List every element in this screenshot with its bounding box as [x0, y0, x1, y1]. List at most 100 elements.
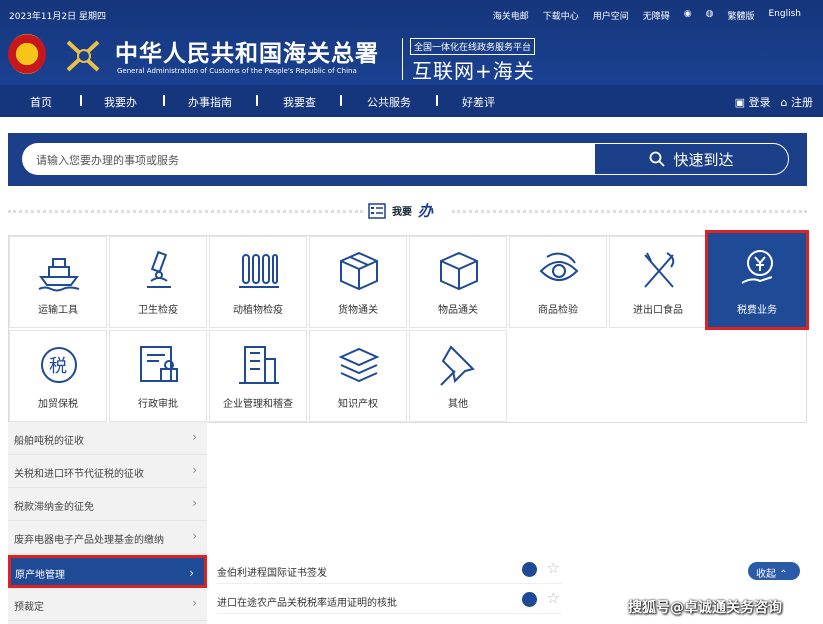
top-link-accessibility[interactable]: 无障碍: [643, 9, 670, 22]
service-list: 金伯利进程国际证书签发 ☆ 进口在途农产品关税税率适用证明的核批 ☆: [207, 422, 807, 624]
register-button[interactable]: ⌂ 注册: [781, 94, 813, 110]
tile-other[interactable]: 其他: [409, 330, 507, 422]
fork-knife-icon: [644, 252, 675, 288]
nav-i-want-to-do[interactable]: 我要办: [104, 94, 137, 110]
building-icon: [239, 346, 279, 384]
search-input[interactable]: 请输入您要办理的事项或服务: [22, 143, 594, 175]
customs-key-icon: [66, 40, 100, 72]
sub-item-advance-ruling[interactable]: 预裁定 ›: [8, 588, 207, 621]
home-icon: ⌂: [780, 96, 788, 109]
nav-separator: [340, 95, 342, 106]
yen-hand-icon: [741, 250, 773, 284]
site-title: 中华人民共和国海关总署: [115, 40, 379, 67]
tile-commodity-inspection[interactable]: 商品检验: [509, 236, 607, 328]
platform-slogan: 全国一体化在线政务服务平台: [410, 38, 536, 55]
top-link-download[interactable]: 下载中心: [543, 9, 579, 22]
sub-item-origin-management[interactable]: 原产地管理 ›: [8, 555, 207, 588]
header-divider: [402, 38, 403, 80]
date-text: 2023年11月2日 星期四: [9, 12, 106, 22]
top-link-traditional[interactable]: 繁體版: [727, 9, 754, 22]
section-title: 我要办: [368, 200, 433, 221]
pin-icon: [440, 345, 475, 386]
tile-administrative-approval[interactable]: 行政审批: [109, 330, 207, 422]
sub-item-tonnage-tax[interactable]: 船舶吨税的征收 ›: [8, 422, 207, 455]
list-item-label: 金伯利进程国际证书签发: [217, 568, 327, 579]
account-links: ▣ 登录 ⌂ 注册: [735, 94, 813, 110]
ship-icon: [38, 258, 80, 292]
nav-home[interactable]: 首页: [30, 94, 52, 110]
tax-sub-menu: 船舶吨税的征收 › 关税和进口环节代征税的征收 › 税款滞纳金的征免 › 废弃电器电子…: [8, 422, 207, 624]
nav-feedback[interactable]: 好差评: [462, 94, 495, 110]
svg-text:税: 税: [49, 356, 67, 377]
site-title-english: General Administration of Customs of the…: [117, 67, 357, 75]
tile-processing-bonded[interactable]: 税 加贸保税: [9, 330, 107, 422]
tile-transport[interactable]: 运输工具: [9, 236, 107, 328]
collapse-button[interactable]: 收起 ⌃: [748, 562, 800, 580]
tile-label: 运输工具: [38, 305, 78, 316]
site-header: 2023年11月2日 星期四 海关电邮 下载中心 用户空间 无障碍 ◉ ◍ 繁體…: [0, 0, 823, 85]
tile-enterprise-management[interactable]: 企业管理和稽查: [209, 330, 307, 422]
compass-icon[interactable]: [522, 562, 537, 577]
internet-customs-logo: 互联网+海关: [412, 59, 535, 83]
list-item[interactable]: 进口在途农产品关税税率适用证明的核批 ☆: [217, 586, 562, 614]
tile-import-export-food[interactable]: 进出口食品: [609, 236, 707, 328]
document-seal-icon: [140, 346, 178, 382]
login-button[interactable]: ▣ 登录: [735, 94, 771, 110]
tile-label: 企业管理和稽查: [223, 399, 293, 410]
sub-item-late-fee[interactable]: 税款滞纳金的征免 ›: [8, 488, 207, 521]
tile-label: 加贸保税: [38, 399, 78, 410]
tile-animal-plant-quarantine[interactable]: 动植物检疫: [209, 236, 307, 328]
top-link-user-space[interactable]: 用户空间: [593, 9, 629, 22]
tubes-icon: [239, 254, 279, 288]
tile-label: 税费业务: [737, 305, 777, 316]
tile-goods-clearance[interactable]: 货物通关: [309, 236, 407, 328]
nav-separator: [163, 95, 165, 106]
nav-guide[interactable]: 办事指南: [188, 94, 232, 110]
sub-item-ewaste-fund[interactable]: 废弃电器电子产品处理基金的缴纳 ›: [8, 521, 207, 554]
chevron-up-icon: ⌃: [779, 569, 788, 580]
cube-icon: [440, 251, 478, 291]
chevron-right-icon: ›: [192, 430, 197, 444]
service-grid: 运输工具 卫生检疫 动植物检疫 货物通关 物品通关 商品检验 进出口食品 税费业…: [8, 230, 809, 423]
tile-label: 货物通关: [338, 305, 378, 316]
chevron-right-icon: ›: [189, 566, 194, 580]
tile-label: 动植物检疫: [233, 305, 283, 316]
eye-icon: [539, 252, 579, 281]
sub-item-tariff-collection[interactable]: 关税和进口环节代征税的征收 ›: [8, 455, 207, 488]
books-icon: [338, 347, 380, 383]
box-icon: [340, 251, 378, 291]
tile-article-clearance[interactable]: 物品通关: [409, 236, 507, 328]
tile-label: 卫生检疫: [138, 305, 178, 316]
chevron-right-icon: ›: [192, 529, 197, 543]
divider-left: [8, 210, 363, 214]
nav-i-want-to-check[interactable]: 我要查: [283, 94, 316, 110]
compass-icon[interactable]: [522, 592, 537, 607]
nav-separator: [80, 95, 82, 106]
watermark: 搜狐号@卓诚通关务咨询: [628, 600, 782, 616]
section-title-small: 我要: [392, 207, 412, 218]
nav-public-service[interactable]: 公共服务: [367, 94, 411, 110]
wechat-icon[interactable]: ◍: [706, 9, 714, 22]
search-icon: [650, 151, 666, 167]
top-link-english[interactable]: English: [769, 9, 802, 22]
tile-health-quarantine[interactable]: 卫生检疫: [109, 236, 207, 328]
tile-label: 进出口食品: [633, 305, 683, 316]
list-item[interactable]: 金伯利进程国际证书签发 ☆: [217, 556, 562, 584]
section-title-big: 办: [418, 202, 434, 220]
tile-label: 商品检验: [538, 305, 578, 316]
checklist-icon: [368, 202, 386, 219]
tile-tax-fees[interactable]: 税费业务: [705, 230, 809, 330]
national-emblem-icon: [8, 34, 46, 74]
tile-label: 行政审批: [138, 399, 178, 410]
tile-intellectual-property[interactable]: 知识产权: [309, 330, 407, 422]
tax-icon: 税: [41, 347, 77, 383]
list-item-label: 进口在途农产品关税税率适用证明的核批: [217, 598, 397, 609]
tile-label: 物品通关: [438, 305, 478, 316]
top-link-email[interactable]: 海关电邮: [493, 9, 529, 22]
chevron-right-icon: ›: [192, 463, 197, 477]
nav-separator: [436, 95, 438, 106]
star-icon[interactable]: ☆: [547, 559, 560, 577]
weibo-icon[interactable]: ◉: [684, 9, 692, 22]
quick-access-button[interactable]: 快速到达: [594, 143, 789, 175]
star-icon[interactable]: ☆: [547, 589, 560, 607]
